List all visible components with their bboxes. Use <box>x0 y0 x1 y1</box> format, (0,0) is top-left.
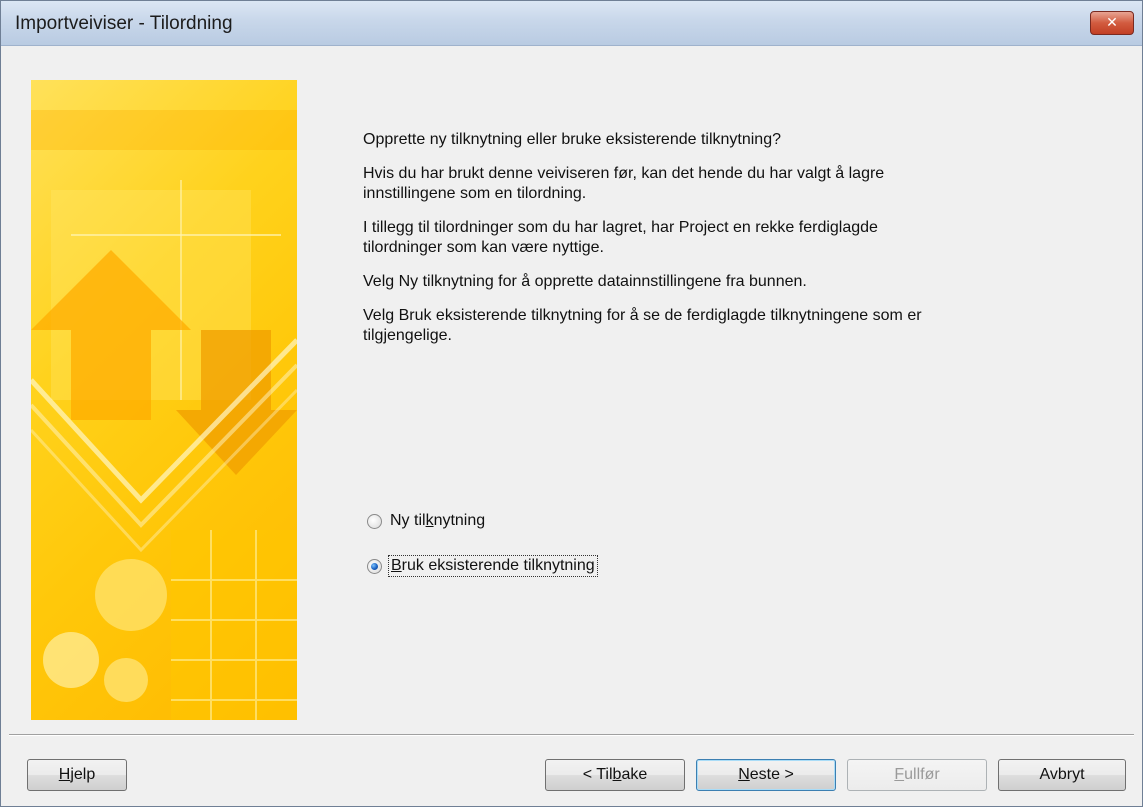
back-button[interactable]: < Tilbake <box>545 759 685 791</box>
button-label: Avbryt <box>1039 766 1085 783</box>
cancel-button[interactable]: Avbryt <box>998 759 1126 791</box>
dialog-body: Opprette ny tilknytning eller bruke eksi… <box>9 46 1134 798</box>
wizard-banner-image <box>31 80 297 720</box>
radio-new-mapping[interactable]: Ny tilknytning <box>367 510 485 532</box>
label-accelerator: B <box>391 557 402 574</box>
radio-label: Ny tilknytning <box>390 512 485 530</box>
radio-existing-mapping[interactable]: Bruk eksisterende tilknytning <box>367 555 598 577</box>
close-icon[interactable]: ✕ <box>1090 11 1134 35</box>
footer-divider <box>9 734 1134 736</box>
label-text: ruk eksisterende tilknytning <box>401 557 595 574</box>
instructions: Opprette ny tilknytning eller bruke eksi… <box>363 130 923 360</box>
radio-label: Bruk eksisterende tilknytning <box>388 555 598 577</box>
dialog-window: Importveiviser - Tilordning ✕ Opprette n… <box>0 0 1143 807</box>
next-button[interactable]: Neste > <box>696 759 836 791</box>
label-text: Ny til <box>390 512 426 529</box>
button-label: ullfør <box>904 766 940 783</box>
finish-button[interactable]: Fullfør <box>847 759 987 791</box>
button-accelerator: H <box>58 766 71 783</box>
radio-unchecked-icon[interactable] <box>367 513 382 529</box>
label-accelerator: k <box>425 512 434 529</box>
help-button[interactable]: Hjelp <box>27 759 127 791</box>
instruction-paragraph: Velg Ny tilknytning for å opprette datai… <box>363 273 807 290</box>
instruction-paragraph: Velg Bruk eksisterende tilknytning for å… <box>363 307 922 344</box>
radio-checked-icon[interactable] <box>367 558 382 574</box>
question-heading: Opprette ny tilknytning eller bruke eksi… <box>363 131 781 148</box>
button-label: este > <box>749 766 794 783</box>
button-label: jelp <box>70 766 96 783</box>
title-bar: Importveiviser - Tilordning ✕ <box>1 1 1142 46</box>
button-accelerator: N <box>738 766 750 783</box>
button-accelerator: F <box>894 766 905 783</box>
button-label: < Til <box>582 766 613 783</box>
instruction-paragraph: Hvis du har brukt denne veiviseren før, … <box>363 165 885 202</box>
instruction-paragraph: I tillegg til tilordninger som du har la… <box>363 219 878 256</box>
window-title: Importveiviser - Tilordning <box>15 13 233 34</box>
label-text: nytning <box>433 512 486 529</box>
button-label: ake <box>621 766 648 783</box>
